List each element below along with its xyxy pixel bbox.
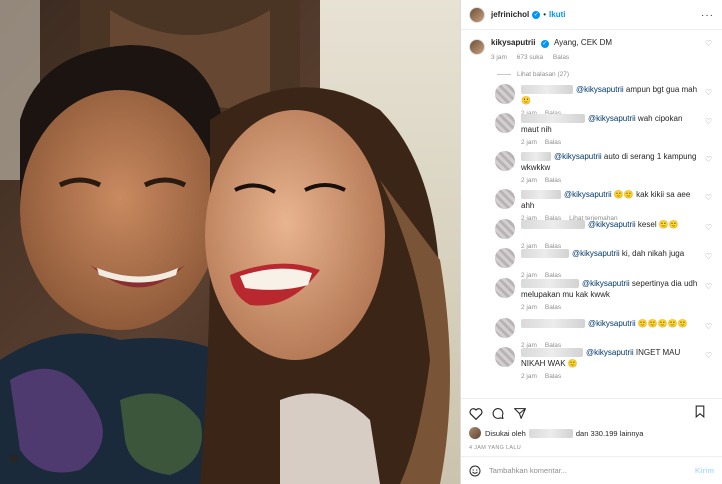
heart-icon[interactable]: [469, 407, 483, 420]
separator-dot: •: [543, 10, 547, 19]
reply-button[interactable]: Balas: [545, 373, 561, 380]
reply-time[interactable]: 2 jam: [521, 373, 537, 380]
comment-likes[interactable]: 673 suka: [517, 54, 543, 61]
like-comment-icon[interactable]: ♡: [705, 88, 712, 97]
reply-avatar[interactable]: [495, 278, 515, 298]
likes-summary[interactable]: Disukai oleh dan 330.199 lainnya: [469, 427, 714, 439]
commenter-avatar[interactable]: [469, 39, 485, 55]
reply-button[interactable]: Balas: [553, 54, 569, 61]
like-comment-icon[interactable]: ♡: [705, 252, 712, 261]
reply-comment: @kikysaputrii 🙂🙂🙂🙂🙂 2 jam Balas ♡: [461, 318, 722, 349]
post-time[interactable]: 4 JAM YANG LALU: [469, 445, 714, 451]
replies-list: @kikysaputrii ampun bgt gua mah🙂2 jamBal…: [461, 84, 722, 392]
user-tag-icon[interactable]: [9, 454, 18, 463]
post-header: jefrinichol ✓ • Ikuti ···: [461, 0, 722, 30]
liker-avatar: [469, 427, 481, 439]
reply-comment: @kikysaputrii auto di serang 1 kampung w…: [461, 151, 722, 189]
share-icon[interactable]: [513, 407, 527, 420]
reply-mention[interactable]: @kikysaputrii: [572, 249, 620, 258]
blurred-username: [521, 85, 573, 95]
reply-mention[interactable]: @kikysaputrii: [588, 220, 636, 229]
reply-comment: @kikysaputrii 🙂🙂 kak kikii sa aee ahh 2 j…: [461, 189, 722, 222]
more-options-icon[interactable]: ···: [701, 10, 714, 21]
verified-icon: ✓: [532, 10, 541, 19]
likes-count-text: dan 330.199 lainnya: [575, 428, 644, 438]
follow-button[interactable]: Ikuti: [549, 10, 565, 19]
commenter-username[interactable]: kikysaputrii: [491, 38, 535, 47]
reply-time[interactable]: 2 jam: [521, 177, 537, 184]
view-replies-button[interactable]: Lihat balasan (27): [497, 71, 722, 78]
blurred-username: [521, 319, 585, 329]
reply-mention[interactable]: @kikysaputrii: [588, 114, 636, 123]
reply-mention[interactable]: @kikysaputrii: [586, 348, 634, 357]
post-comment-button[interactable]: Kirim: [695, 466, 714, 475]
top-comment: kikysaputrii ✓ Ayang, CEK DM 3 jam 673 s…: [461, 31, 722, 61]
comments-list[interactable]: kikysaputrii ✓ Ayang, CEK DM 3 jam 673 s…: [461, 31, 722, 397]
bookmark-icon[interactable]: [694, 405, 706, 418]
like-comment-icon[interactable]: ♡: [705, 223, 712, 232]
selfie-image: [0, 0, 460, 484]
reply-avatar[interactable]: [495, 219, 515, 239]
blurred-username: [521, 114, 585, 124]
like-comment-icon[interactable]: ♡: [705, 155, 712, 164]
reply-time[interactable]: 2 jam: [521, 139, 537, 146]
like-comment-icon[interactable]: ♡: [705, 193, 712, 202]
emoji-icon[interactable]: [469, 465, 481, 477]
reply-text: 🙂🙂🙂🙂🙂: [637, 319, 688, 328]
reply-avatar[interactable]: [495, 151, 515, 171]
reply-avatar[interactable]: [495, 113, 515, 133]
blurred-username: [521, 152, 551, 162]
reply-avatar[interactable]: [495, 318, 515, 338]
post-actions: Disukai oleh dan 330.199 lainnya 4 JAM Y…: [461, 398, 722, 451]
blurred-username: [521, 279, 579, 289]
likes-prefix: Disukai oleh: [485, 428, 526, 438]
like-comment-icon[interactable]: ♡: [705, 322, 712, 331]
reply-button[interactable]: Balas: [545, 139, 561, 146]
reply-comment: @kikysaputrii sepertinya dia udh melupak…: [461, 278, 722, 318]
reply-time[interactable]: 2 jam: [521, 304, 537, 311]
reply-button[interactable]: Balas: [545, 177, 561, 184]
blurred-username: [521, 220, 585, 230]
reply-avatar[interactable]: [495, 189, 515, 209]
like-comment-icon[interactable]: ♡: [705, 282, 712, 291]
reply-button[interactable]: Balas: [545, 304, 561, 311]
blurred-username: [528, 428, 573, 438]
reply-mention[interactable]: @kikysaputrii: [588, 319, 636, 328]
reply-avatar[interactable]: [495, 347, 515, 367]
reply-mention[interactable]: @kikysaputrii: [576, 85, 624, 94]
reply-comment: @kikysaputrii kesel 🙂🙂 2 jam Balas ♡: [461, 219, 722, 250]
reply-mention[interactable]: @kikysaputrii: [554, 152, 602, 161]
blurred-username: [521, 348, 583, 358]
comment-time[interactable]: 3 jam: [491, 54, 507, 61]
reply-comment: @kikysaputrii INGET MAU NIKAH WAK 🙂 2 jam…: [461, 347, 722, 392]
verified-icon: ✓: [540, 40, 549, 48]
reply-mention[interactable]: @kikysaputrii: [564, 190, 612, 199]
reply-comment: @kikysaputrii wah cipokan maut nih 2 jam B…: [461, 113, 722, 151]
blurred-username: [521, 249, 569, 259]
author-avatar[interactable]: [469, 6, 485, 23]
reply-comment: @kikysaputrii ampun bgt gua mah🙂2 jamBal…: [461, 84, 722, 117]
comment-input[interactable]: [489, 466, 695, 475]
add-comment-bar: Kirim: [461, 456, 722, 484]
reply-mention[interactable]: @kikysaputrii: [582, 279, 630, 288]
like-comment-icon[interactable]: ♡: [705, 39, 712, 48]
reply-avatar[interactable]: [495, 248, 515, 268]
author-username[interactable]: jefrinichol: [491, 10, 529, 19]
reply-avatar[interactable]: [495, 84, 515, 104]
post-photo[interactable]: [0, 0, 460, 484]
like-comment-icon[interactable]: ♡: [705, 117, 712, 126]
reply-text: kesel 🙂🙂: [637, 220, 679, 229]
reply-text: ki, dah nikah juga: [621, 249, 685, 258]
reply-comment: @kikysaputrii ki, dah nikah juga 2 jam Bal…: [461, 248, 722, 279]
post-sidebar: jefrinichol ✓ • Ikuti ··· kikysaputrii ✓…: [460, 0, 722, 484]
comment-text: Ayang, CEK DM: [553, 38, 613, 47]
comment-icon[interactable]: [491, 407, 505, 420]
like-comment-icon[interactable]: ♡: [705, 351, 712, 360]
blurred-username: [521, 190, 561, 200]
